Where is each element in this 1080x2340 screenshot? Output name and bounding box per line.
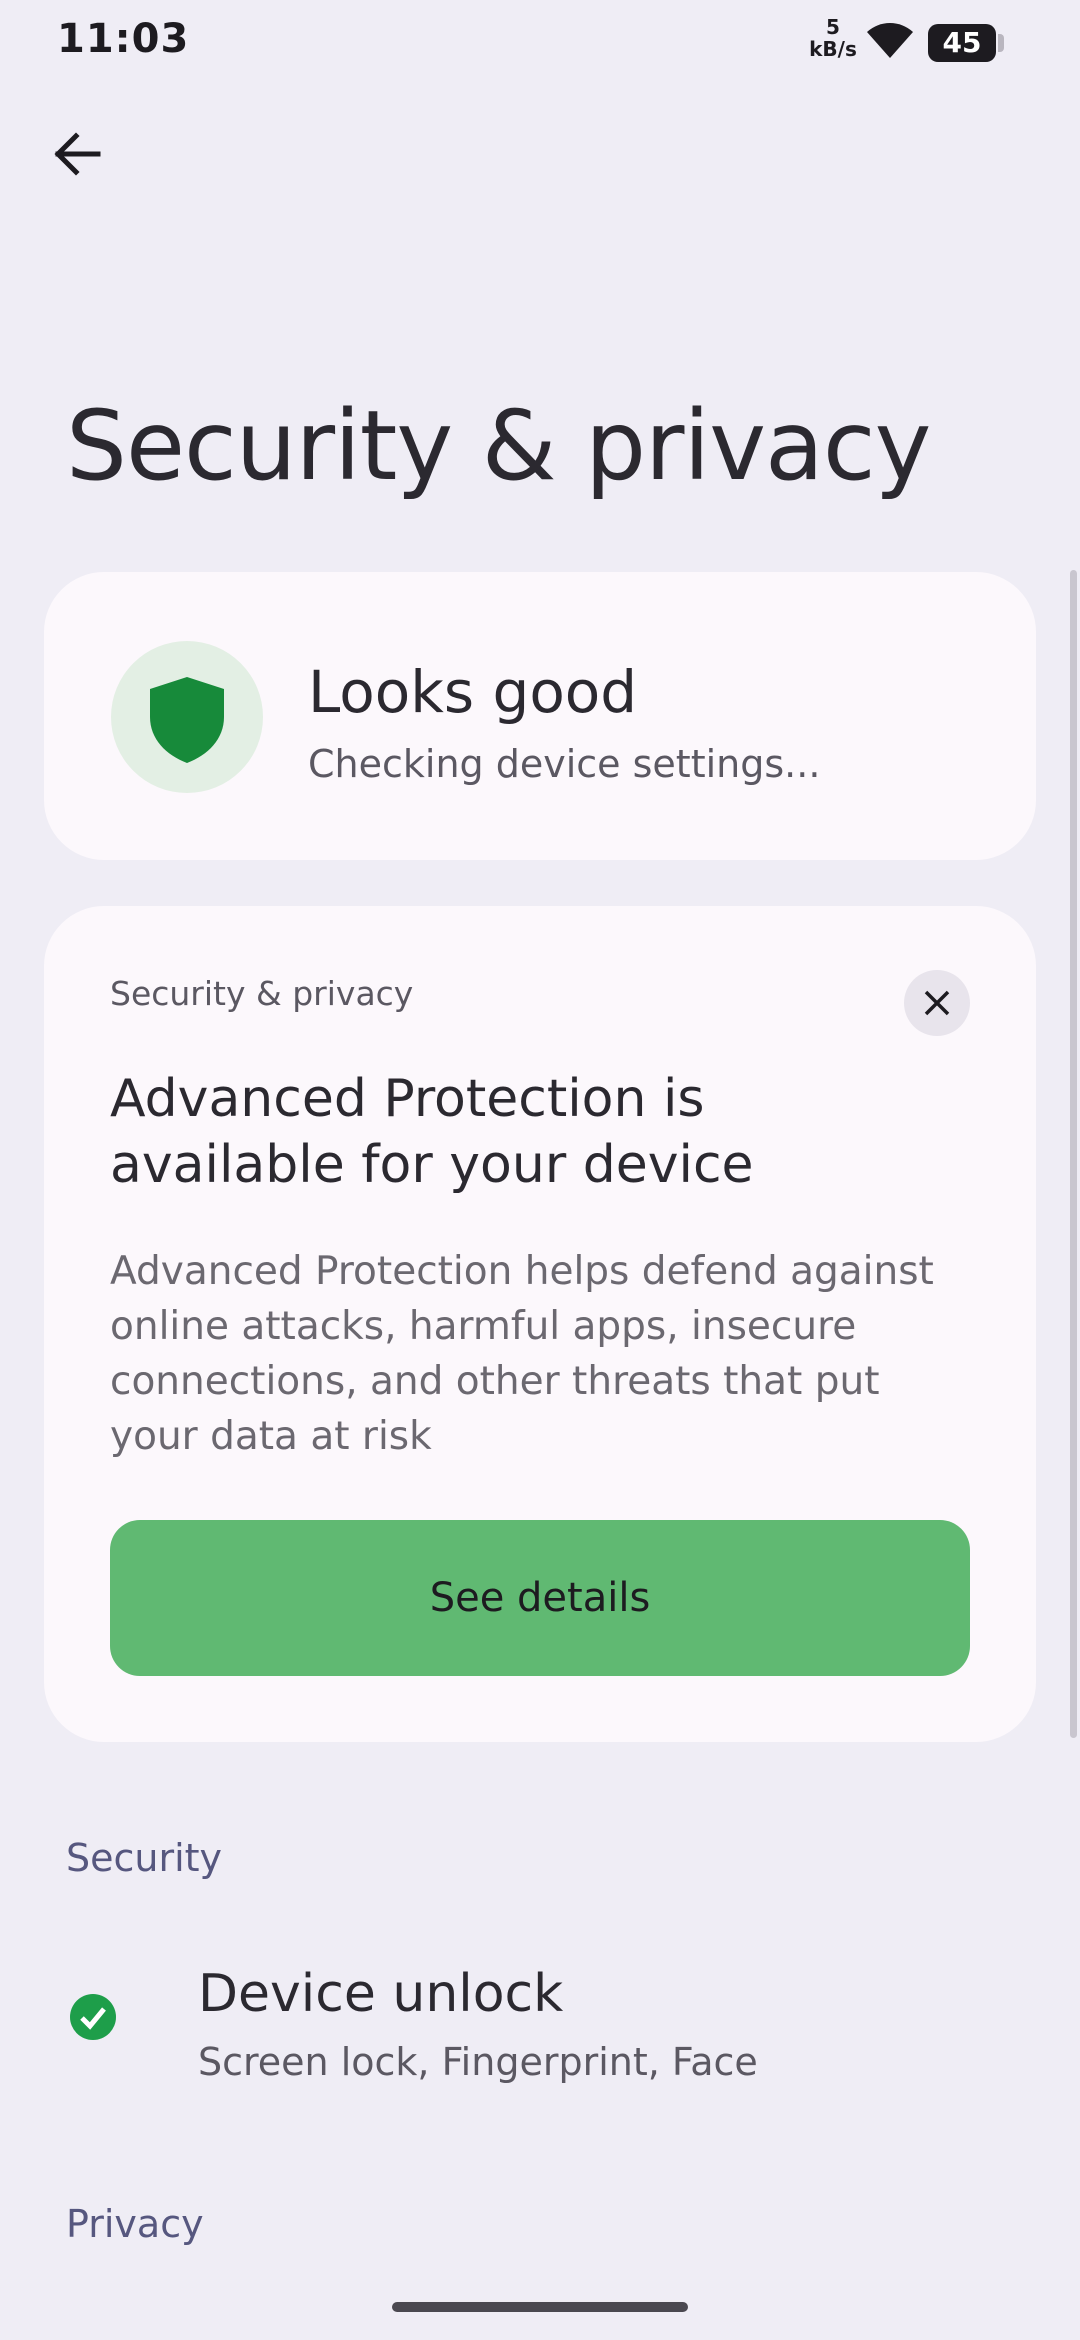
network-speed-unit: kB/s (809, 37, 857, 61)
see-details-button[interactable]: See details (110, 1520, 970, 1676)
gesture-navigation-handle[interactable] (392, 2302, 688, 2312)
device-unlock-title: Device unlock (198, 1964, 564, 2024)
check-circle-icon (70, 1994, 116, 2040)
close-button[interactable] (904, 970, 970, 1036)
battery-level: 45 (942, 26, 982, 59)
card-label: Security & privacy (110, 974, 414, 1013)
status-bar: 11:03 5 kB/s 45 (0, 0, 1080, 80)
card-title: Advanced Protection is available for you… (110, 1069, 754, 1195)
back-button[interactable] (40, 116, 116, 192)
section-header-privacy: Privacy (66, 2202, 204, 2246)
scrollbar[interactable] (1070, 570, 1077, 1738)
battery-cap (998, 34, 1004, 52)
status-title: Looks good (308, 658, 638, 726)
page-title: Security & privacy (66, 390, 931, 502)
security-status-card[interactable]: Looks good Checking device settings... (44, 572, 1036, 860)
device-unlock-subtitle: Screen lock, Fingerprint, Face (198, 2040, 758, 2084)
network-speed-value: 5 (826, 15, 840, 39)
wifi-icon (867, 23, 913, 58)
status-subtitle: Checking device settings... (308, 742, 821, 786)
list-item-device-unlock[interactable]: Device unlock Screen lock, Fingerprint, … (0, 1940, 1080, 2110)
battery-icon: 45 (928, 24, 1006, 62)
close-icon (924, 990, 950, 1016)
shield-icon (150, 677, 224, 763)
arrow-back-icon (54, 132, 101, 176)
shield-badge (111, 641, 263, 793)
card-body: Advanced Protection helps defend against… (110, 1249, 934, 1459)
advanced-protection-card: Security & privacy Advanced Protection i… (44, 906, 1036, 1742)
section-header-security: Security (66, 1836, 223, 1880)
status-time: 11:03 (57, 16, 190, 62)
network-speed: 5 kB/s (808, 16, 858, 60)
